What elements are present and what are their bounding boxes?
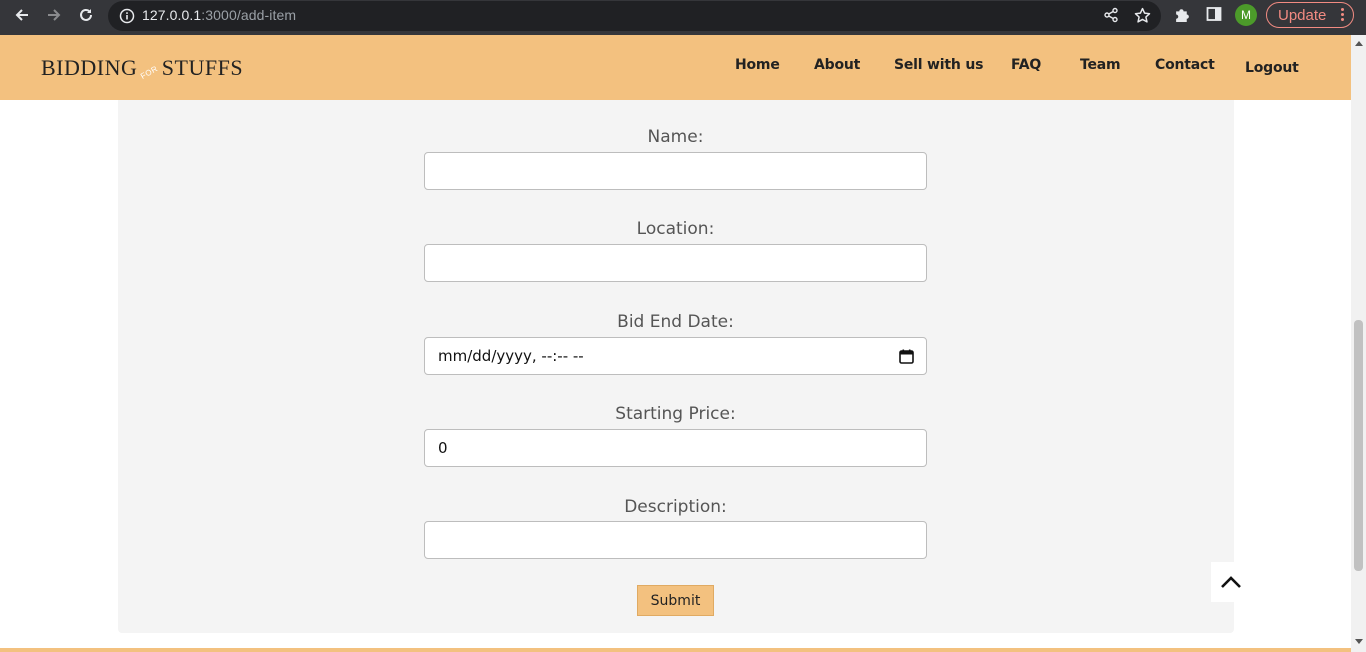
starting-price-label: Starting Price: <box>615 404 736 424</box>
scroll-to-top-button[interactable] <box>1211 562 1251 602</box>
logo-text-for: FOR <box>139 64 160 81</box>
logo-text-left: BIDDING <box>41 55 138 80</box>
scroll-down-arrow-icon[interactable] <box>1355 639 1363 644</box>
starting-price-input[interactable]: 0 <box>424 429 927 467</box>
side-panel-icon[interactable] <box>1206 6 1222 27</box>
reload-icon[interactable] <box>74 3 98 27</box>
logo-text-right: STUFFS <box>161 55 244 80</box>
footer-accent-line <box>0 648 1351 652</box>
bid-end-date-label: Bid End Date: <box>617 312 734 332</box>
description-input[interactable] <box>424 521 927 559</box>
browser-toolbar: 127.0.0.1:3000/add-item M Update <box>0 0 1366 35</box>
nav-team[interactable]: Team <box>1080 57 1121 73</box>
site-info-icon[interactable] <box>119 8 135 29</box>
update-label: Update <box>1278 6 1327 24</box>
url-text: 127.0.0.1:3000/add-item <box>142 7 296 23</box>
nav-sell-with-us[interactable]: Sell with us <box>894 57 983 73</box>
description-label: Description: <box>624 497 727 517</box>
forward-icon[interactable] <box>42 3 66 27</box>
site-header: BIDDING FOR STUFFS Home About Sell with … <box>0 35 1351 100</box>
calendar-icon[interactable] <box>899 349 914 364</box>
site-logo[interactable]: BIDDING FOR STUFFS <box>41 55 243 81</box>
page-scrollbar[interactable] <box>1351 35 1366 652</box>
url-path: :3000/add-item <box>201 7 297 23</box>
name-label: Name: <box>647 127 704 147</box>
nav-contact[interactable]: Contact <box>1155 57 1215 73</box>
address-bar[interactable]: 127.0.0.1:3000/add-item <box>108 1 1161 31</box>
scrollbar-thumb[interactable] <box>1354 320 1363 571</box>
bid-end-date-input[interactable]: mm/dd/yyyy, --:-- -- <box>424 337 927 375</box>
logout-link[interactable]: Logout <box>1245 60 1299 76</box>
profile-avatar[interactable]: M <box>1235 4 1257 26</box>
nav-faq[interactable]: FAQ <box>1011 57 1041 73</box>
menu-dots-icon <box>1341 6 1345 23</box>
name-input[interactable] <box>424 152 927 190</box>
scroll-up-arrow-icon[interactable] <box>1355 41 1363 46</box>
bid-end-date-value: mm/dd/yyyy, --:-- -- <box>438 347 584 365</box>
nav-about[interactable]: About <box>814 57 860 73</box>
url-host: 127.0.0.1 <box>142 7 202 23</box>
share-icon[interactable] <box>1103 7 1119 28</box>
back-icon[interactable] <box>10 3 34 27</box>
extensions-puzzle-icon[interactable] <box>1174 6 1191 28</box>
bookmark-star-icon[interactable] <box>1134 7 1151 29</box>
update-button[interactable]: Update <box>1266 2 1354 28</box>
location-input[interactable] <box>424 244 927 282</box>
location-label: Location: <box>636 219 715 239</box>
chevron-up-icon <box>1221 576 1241 588</box>
nav-home[interactable]: Home <box>735 57 780 73</box>
submit-button[interactable]: Submit <box>637 585 714 616</box>
